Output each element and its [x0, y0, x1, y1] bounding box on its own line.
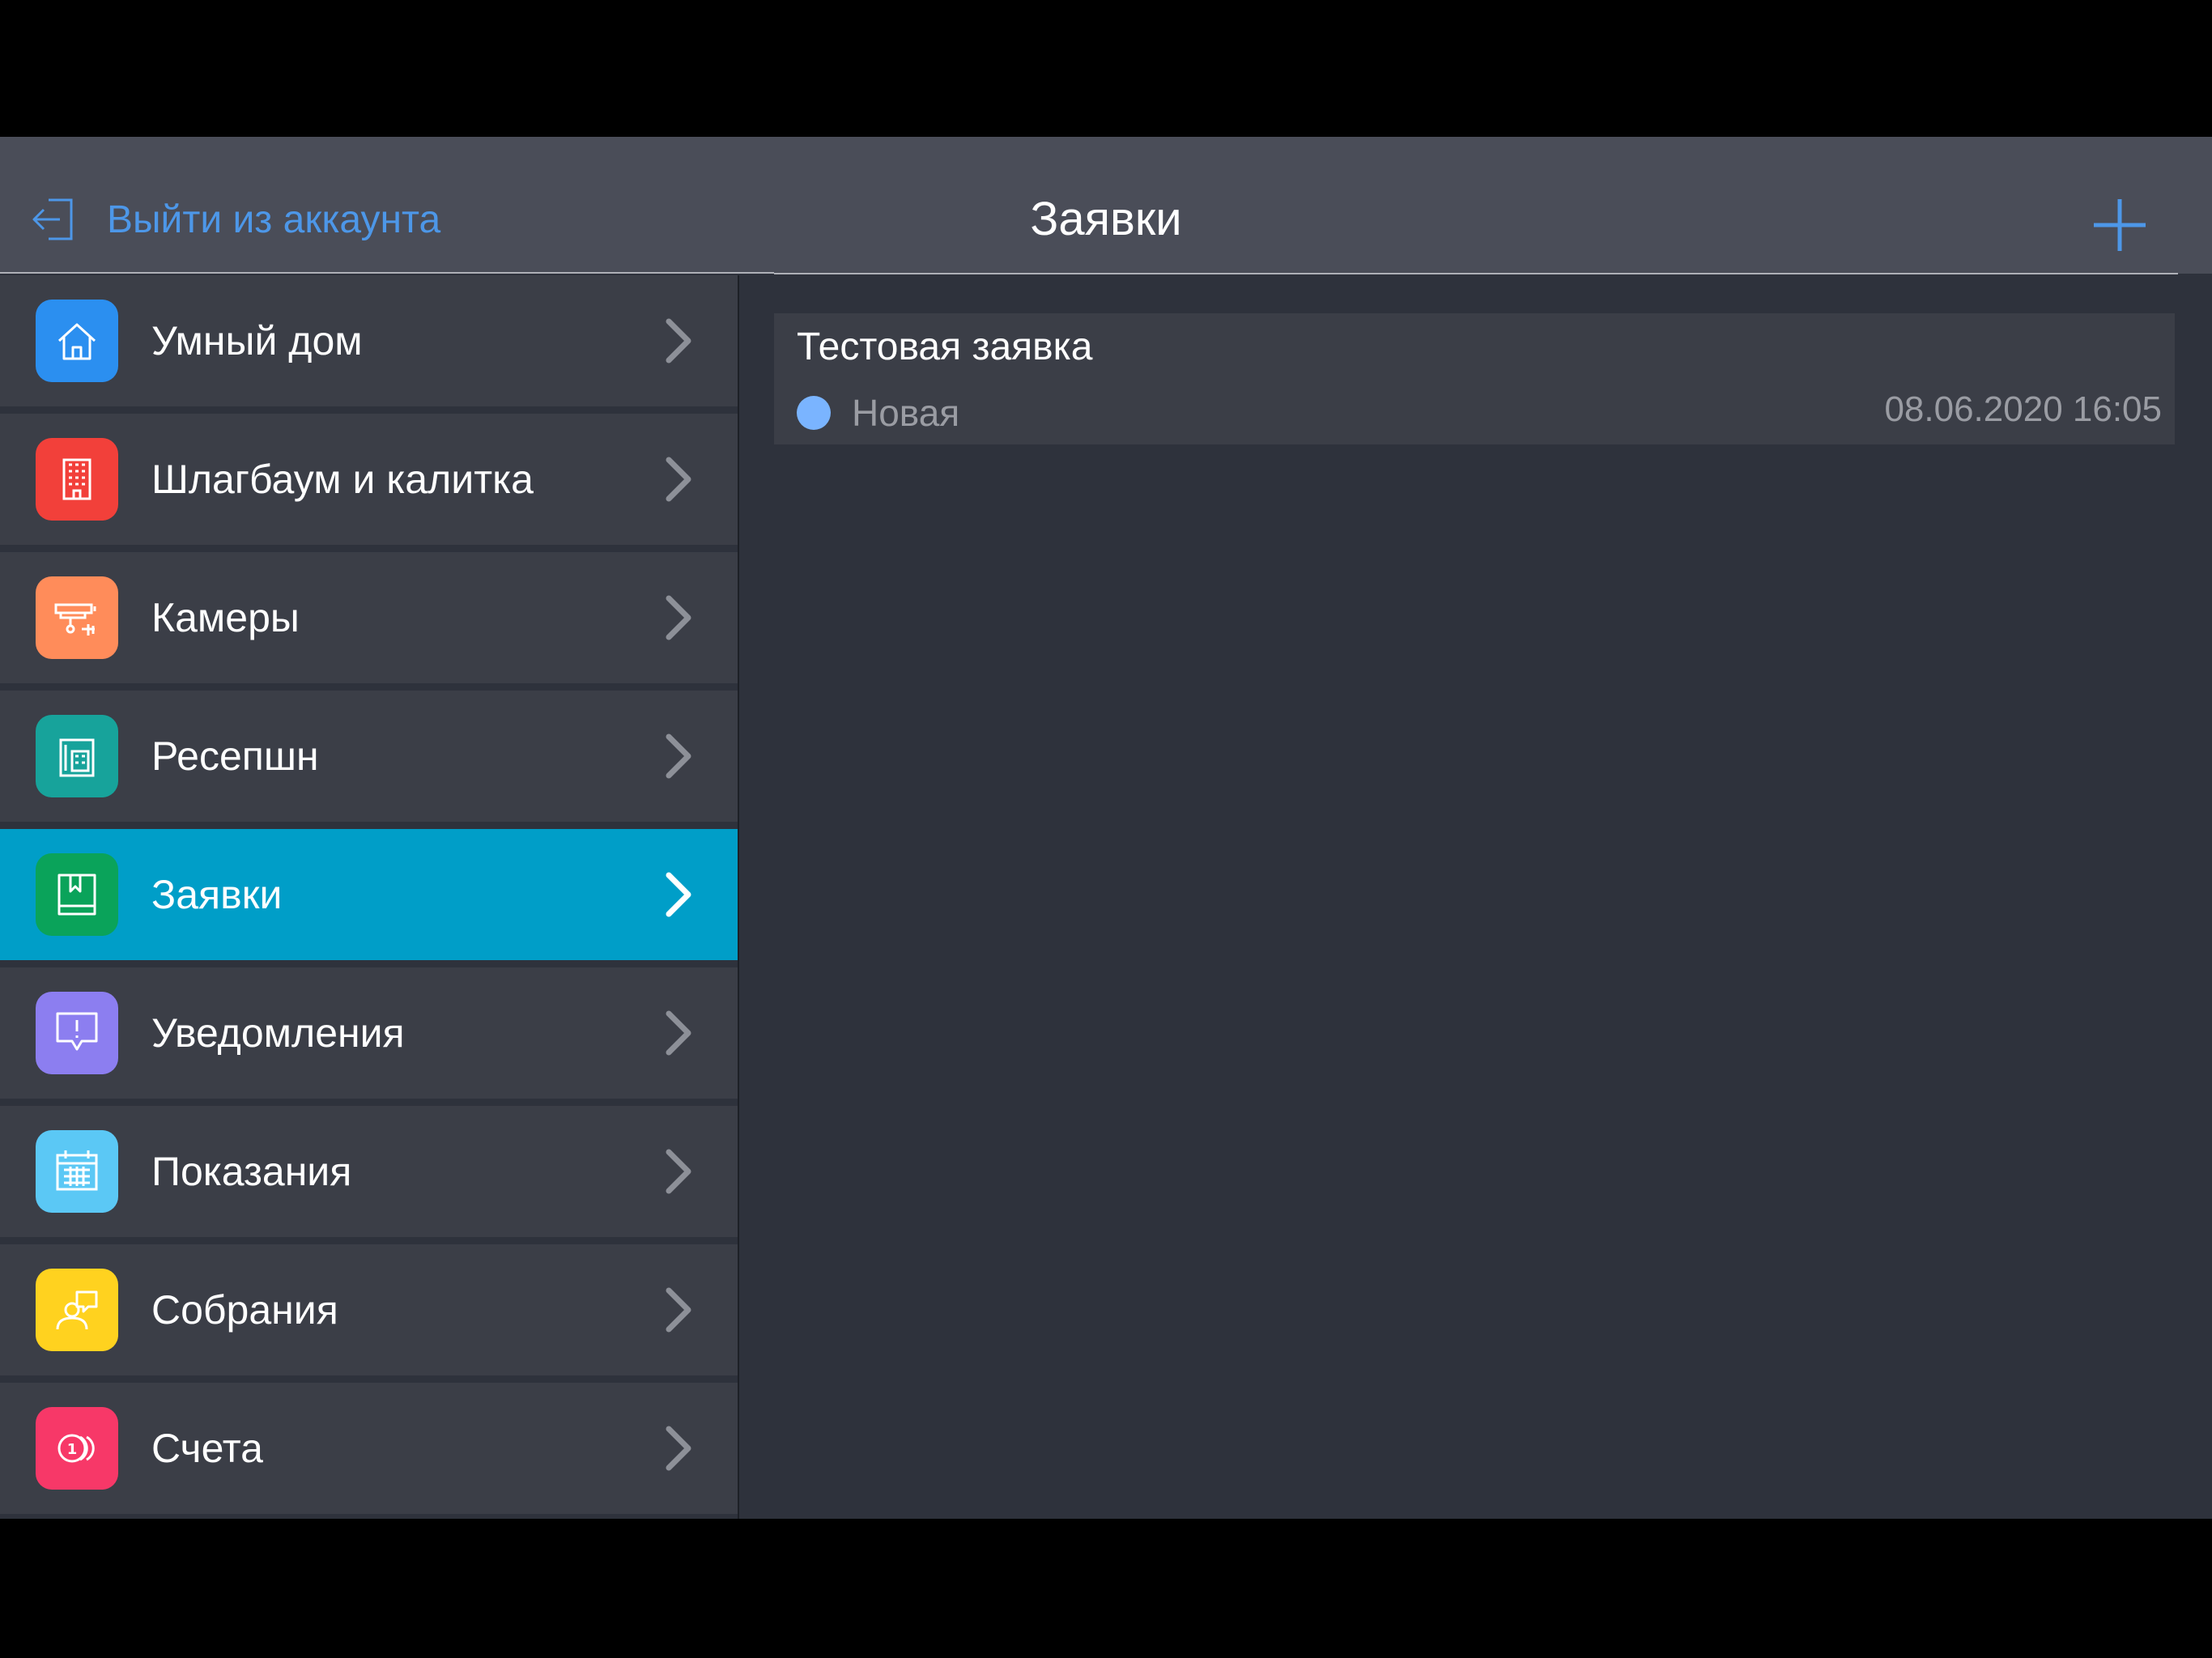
sidebar-item-1[interactable]: Умный дом	[0, 275, 738, 406]
sidebar-item-label: Заявки	[151, 872, 283, 917]
sidebar-menu: Умный дом Шлагбаум и калитка Камеры Ресепшн…	[0, 275, 739, 1519]
sidebar-item-label: Показания	[151, 1149, 352, 1194]
sidebar-item-label: Камеры	[151, 595, 300, 640]
request-title: Тестовая заявка	[797, 325, 1093, 368]
sidebar-item-3[interactable]: Камеры	[0, 552, 738, 683]
sidebar-item-4[interactable]: Ресепшн	[0, 691, 738, 822]
navbar-divider	[774, 273, 2178, 274]
meeting-icon	[36, 1269, 118, 1351]
app-screen: Выйти из аккаунта Заявки Умный дом Шлагба…	[0, 137, 2212, 1519]
request-status: Новая	[852, 392, 960, 434]
chevron-right-icon	[666, 1426, 691, 1471]
request-date: 08.06.2020 16:05	[1884, 389, 2162, 429]
sidebar-item-5[interactable]: Заявки	[0, 829, 738, 960]
request-item[interactable]: Тестовая заявка Новая 08.06.2020 16:05	[774, 313, 2175, 444]
alert-bubble-icon	[36, 992, 118, 1074]
sidebar-item-6[interactable]: Уведомления	[0, 967, 738, 1099]
book-icon	[36, 853, 118, 936]
camera-icon	[36, 576, 118, 659]
logout-button[interactable]: Выйти из аккаунта	[31, 195, 440, 244]
navbar-divider	[0, 272, 774, 274]
logout-icon	[32, 198, 73, 240]
svg-text:1: 1	[67, 1441, 78, 1458]
logout-label: Выйти из аккаунта	[107, 198, 441, 241]
sidebar-item-label: Счета	[151, 1426, 263, 1471]
chevron-right-icon	[666, 457, 691, 502]
chevron-right-icon	[666, 733, 691, 779]
sidebar-item-label: Собрания	[151, 1287, 338, 1333]
sidebar-item-9[interactable]: 1 Счета	[0, 1383, 738, 1514]
chevron-right-icon	[666, 1287, 691, 1333]
sidebar-item-label: Умный дом	[151, 318, 363, 363]
sidebar-item-2[interactable]: Шлагбаум и калитка	[0, 414, 738, 545]
coins-icon: 1	[36, 1407, 118, 1490]
add-request-button[interactable]	[2091, 196, 2149, 254]
chevron-right-icon	[666, 318, 691, 363]
chevron-right-icon	[666, 1149, 691, 1194]
sidebar-item-label: Шлагбаум и калитка	[151, 457, 534, 502]
sidebar-item-label: Ресепшн	[151, 733, 319, 779]
chevron-right-icon	[666, 595, 691, 640]
chevron-right-icon	[666, 1010, 691, 1056]
sidebar-item-8[interactable]: Собрания	[0, 1244, 738, 1375]
chevron-right-icon	[666, 872, 691, 917]
navigation-bar: Выйти из аккаунта Заявки	[0, 137, 2212, 274]
building-icon	[36, 438, 118, 521]
reception-phone-icon	[36, 715, 118, 797]
status-dot	[797, 396, 831, 430]
sidebar-item-label: Уведомления	[151, 1010, 405, 1056]
home-icon	[36, 300, 118, 382]
sidebar-item-7[interactable]: Показания	[0, 1106, 738, 1237]
calendar-icon	[36, 1130, 118, 1213]
